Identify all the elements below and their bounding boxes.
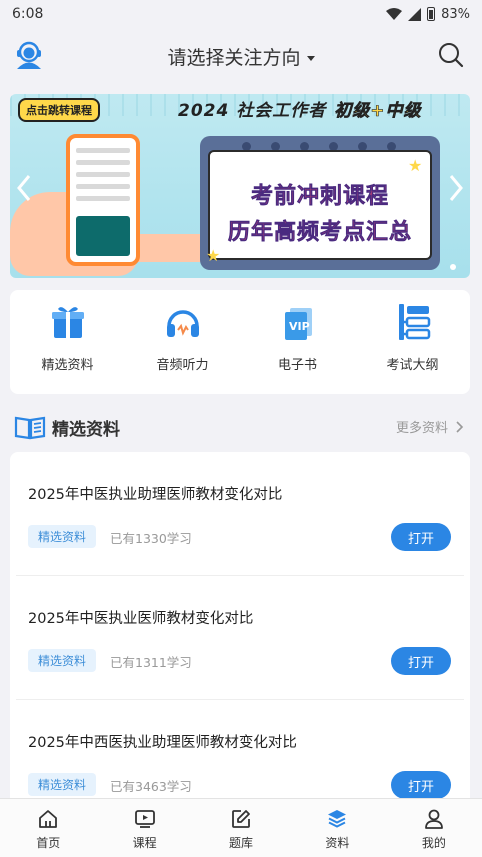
banner-headline: 2024 社会工作者 初级+中级	[178, 96, 422, 122]
banner-tag: 点击跳转课程	[18, 98, 100, 122]
banner-line-2: 历年高频考点汇总	[227, 220, 412, 246]
list-item[interactable]: 2025年中医执业医师教材变化对比 精选资料 已有1311学习 打开	[10, 576, 470, 700]
shortcut-featured[interactable]: 精选资料	[10, 290, 125, 394]
status-bar: 6:08 83%	[0, 0, 482, 28]
section-title: 精选资料	[52, 419, 120, 440]
item-count: 已有1330学习	[110, 531, 192, 546]
top-bar: 请选择关注方向	[0, 28, 482, 84]
item-tag: 精选资料	[28, 649, 97, 672]
layers-icon	[328, 810, 347, 828]
chevron-right-icon	[456, 420, 464, 433]
shortcut-label: 考试大纲	[386, 358, 439, 373]
wifi-icon	[386, 8, 403, 20]
open-button[interactable]: 打开	[391, 523, 451, 551]
item-title: 2025年中西医执业助理医师教材变化对比	[28, 735, 297, 751]
star-icon: ★	[206, 246, 221, 265]
banner-next-icon[interactable]	[448, 174, 464, 202]
shortcut-label: 电子书	[277, 358, 317, 373]
item-count: 已有3463学习	[110, 779, 192, 794]
tab-label: 资料	[325, 836, 350, 850]
tab-courses[interactable]: 课程	[96, 799, 192, 857]
open-book-icon	[14, 416, 46, 440]
home-icon	[39, 810, 58, 828]
banner-headline-text: 2024 社会工作者	[178, 101, 327, 121]
shortcut-outline[interactable]: 考试大纲	[355, 290, 470, 394]
item-count: 已有1311学习	[110, 655, 192, 670]
user-service-icon[interactable]	[14, 40, 44, 70]
star-icon: ★	[408, 156, 423, 175]
direction-selector[interactable]: 请选择关注方向	[167, 43, 315, 70]
item-title: 2025年中医执业助理医师教材变化对比	[28, 487, 283, 503]
tab-materials[interactable]: 资料	[289, 799, 385, 857]
shortcut-label: 音频听力	[156, 358, 209, 373]
item-tag: 精选资料	[28, 773, 97, 796]
shortcut-grid: 精选资料 音频听力 VIP 电子书 考试大纲	[10, 290, 470, 394]
gift-box-icon	[51, 307, 84, 338]
tab-mine[interactable]: 我的	[386, 799, 482, 857]
headphones-icon	[166, 310, 199, 337]
more-link-label: 更多资料	[395, 421, 448, 436]
list-item[interactable]: 2025年中西医执业助理医师教材变化对比 精选资料 已有3463学习 打开	[10, 700, 470, 802]
search-icon[interactable]	[438, 42, 464, 68]
battery-icon	[427, 7, 436, 21]
item-title: 2025年中医执业医师教材变化对比	[28, 611, 254, 627]
shortcut-label: 精选资料	[41, 358, 94, 373]
banner-prev-icon[interactable]	[16, 174, 32, 202]
more-materials-link[interactable]: 更多资料	[396, 417, 464, 436]
section-header: 精选资料 更多资料	[14, 412, 470, 442]
battery-level: 83%	[441, 6, 470, 22]
tab-label: 题库	[229, 836, 254, 850]
page-title: 请选择关注方向	[167, 46, 301, 69]
ebook-icon: VIP	[284, 308, 312, 340]
promo-banner[interactable]: 点击跳转课程 2024 社会工作者 初级+中级 考前冲刺课程 历年高频考点汇总 ★…	[10, 94, 470, 278]
item-tag: 精选资料	[28, 525, 97, 548]
notepad-illustration: 考前冲刺课程 历年高频考点汇总	[200, 136, 440, 270]
banner-line-1: 考前冲刺课程	[250, 184, 389, 210]
tab-label: 首页	[36, 836, 61, 850]
signal-icon	[408, 7, 422, 21]
caret-down-icon	[306, 55, 315, 61]
materials-list: 2025年中医执业助理医师教材变化对比 精选资料 已有1330学习 打开 202…	[10, 452, 470, 802]
bottom-tab-bar: 首页 课程 题库 资料 我的	[0, 798, 482, 857]
status-icons: 83%	[386, 7, 470, 22]
shortcut-ebook[interactable]: VIP 电子书	[240, 290, 355, 394]
video-icon	[134, 810, 155, 828]
tab-question-bank[interactable]: 题库	[193, 799, 289, 857]
tab-home[interactable]: 首页	[0, 799, 96, 857]
svg-text:VIP: VIP	[289, 320, 310, 333]
banner-headline-highlight: 初级+中级	[334, 101, 422, 122]
outline-icon	[398, 304, 430, 340]
tab-label: 我的	[421, 836, 446, 850]
list-item[interactable]: 2025年中医执业助理医师教材变化对比 精选资料 已有1330学习 打开	[10, 452, 470, 576]
open-button[interactable]: 打开	[391, 647, 451, 675]
user-icon	[424, 809, 443, 829]
edit-icon	[232, 810, 250, 828]
banner-pagination-dot	[450, 264, 456, 270]
phone-illustration	[66, 134, 140, 266]
shortcut-audio[interactable]: 音频听力	[125, 290, 240, 394]
status-time: 6:08	[12, 6, 44, 22]
tab-label: 课程	[132, 836, 157, 850]
open-button[interactable]: 打开	[391, 771, 451, 799]
